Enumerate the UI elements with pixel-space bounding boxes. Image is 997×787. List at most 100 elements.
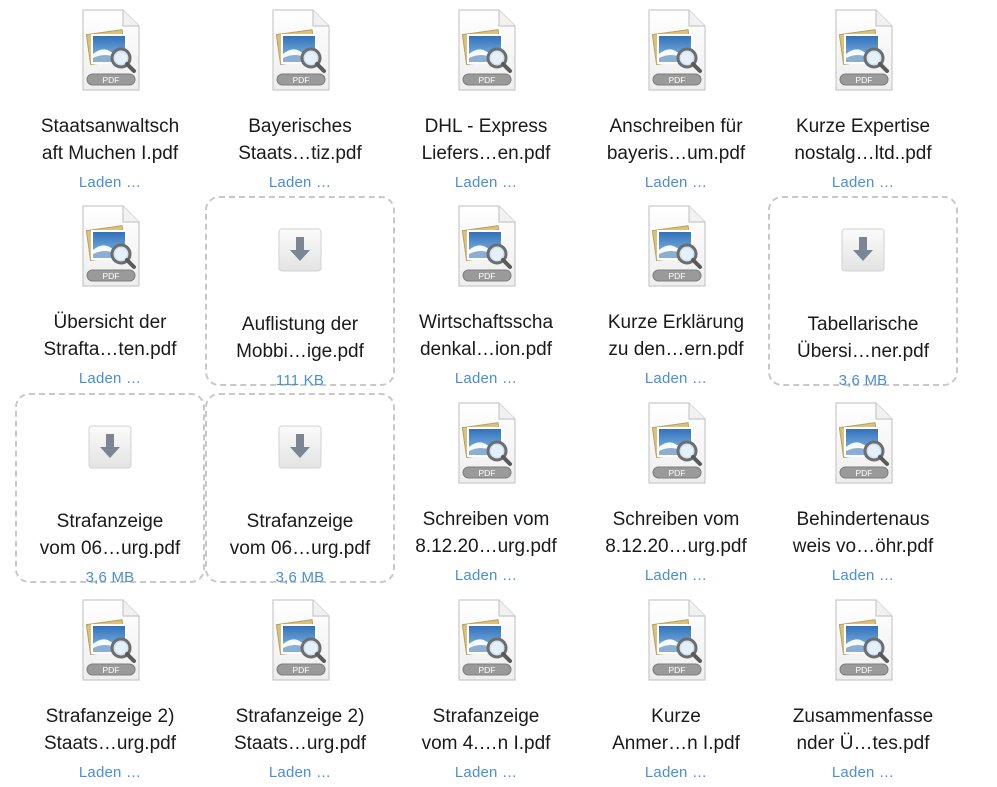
file-name-line-1: Schreiben vom <box>422 509 550 530</box>
file-name-line-1: Kurze Erklärung <box>607 312 745 333</box>
file-name-line-1: Zusammenfasse <box>792 706 934 727</box>
file-item[interactable]: Auflistung der Mobbi…ige.pdf 111 KB <box>205 196 395 389</box>
file-name-line-1: Anschreiben für <box>609 116 743 137</box>
download-arrow-icon[interactable] <box>278 228 322 272</box>
loading-status: Laden … <box>78 174 142 191</box>
file-name-line-1: Strafanzeige 2) <box>235 706 365 727</box>
file-size-label: 3,6 MB <box>275 569 325 586</box>
file-size-label: 3,6 MB <box>85 569 135 586</box>
pdf-preview-document-icon: PDF <box>267 8 333 94</box>
svg-text:PDF: PDF <box>103 75 120 85</box>
svg-text:PDF: PDF <box>669 75 686 85</box>
file-name-line-2: bayeris…um.pdf <box>606 143 746 164</box>
file-size-label: 3,6 MB <box>838 372 888 389</box>
svg-text:PDF: PDF <box>479 75 496 85</box>
file-name-line-2: Staats…urg.pdf <box>233 733 367 754</box>
file-name-line-2: vom 06…urg.pdf <box>39 538 181 559</box>
file-item[interactable]: PDF Kurze Expertise nostalg…ltd..pdf Laden… <box>768 0 958 191</box>
file-name-line-2: Liefers…en.pdf <box>421 143 551 164</box>
loading-status: Laden … <box>644 370 708 387</box>
loading-status: Laden … <box>268 174 332 191</box>
pdf-preview-document-icon: PDF <box>77 204 143 290</box>
pdf-preview-document-icon: PDF <box>643 204 709 290</box>
file-item[interactable]: PDF Strafanzeige 2) Staats…urg.pdf Laden … <box>205 590 395 781</box>
file-size-label: 111 KB <box>275 372 325 389</box>
download-arrow-icon[interactable] <box>278 425 322 469</box>
file-item[interactable]: PDF Kurze Anmer…n I.pdf Laden … <box>581 590 771 781</box>
file-name-line-1: Wirtschaftsscha <box>418 312 554 333</box>
pdf-preview-document-icon: PDF <box>643 598 709 684</box>
pdf-preview-document-icon: PDF <box>643 8 709 94</box>
svg-text:PDF: PDF <box>293 75 310 85</box>
svg-text:PDF: PDF <box>856 468 873 478</box>
file-item[interactable]: PDF DHL - Express Liefers…en.pdf Laden … <box>391 0 581 191</box>
file-name-line-2: vom 4.…n I.pdf <box>421 733 551 754</box>
file-name-line-1: Schreiben vom <box>612 509 740 530</box>
file-name-line-2: nder Ü…tes.pdf <box>796 733 930 754</box>
file-name-line-2: aft Muchen I.pdf <box>41 143 179 164</box>
pdf-preview-document-icon: PDF <box>830 401 896 487</box>
loading-status: Laden … <box>268 764 332 781</box>
file-item[interactable]: PDF Kurze Erklärung zu den…ern.pdf Laden … <box>581 196 771 387</box>
file-name-line-2: 8.12.20…urg.pdf <box>415 536 557 557</box>
file-name-line-1: Strafanzeige <box>56 511 164 532</box>
file-name-line-1: Tabellarische <box>807 314 919 335</box>
svg-text:PDF: PDF <box>856 75 873 85</box>
file-name-line-1: Behindertenaus <box>796 509 930 530</box>
file-item[interactable]: PDF Übersicht der Strafta…ten.pdf Laden … <box>15 196 205 387</box>
loading-status: Laden … <box>78 370 142 387</box>
svg-text:PDF: PDF <box>856 665 873 675</box>
svg-text:PDF: PDF <box>479 665 496 675</box>
file-name-line-2: 8.12.20…urg.pdf <box>605 536 747 557</box>
file-name-line-1: Staatsanwaltsch <box>40 116 180 137</box>
file-item[interactable]: PDF Strafanzeige vom 4.…n I.pdf Laden … <box>391 590 581 781</box>
svg-text:PDF: PDF <box>479 271 496 281</box>
svg-text:PDF: PDF <box>669 665 686 675</box>
pdf-preview-document-icon: PDF <box>77 598 143 684</box>
download-arrow-icon[interactable] <box>88 425 132 469</box>
file-item[interactable]: Strafanzeige vom 06…urg.pdf 3,6 MB <box>205 393 395 586</box>
file-name-line-2: Strafta…ten.pdf <box>43 339 177 360</box>
file-name-line-1: DHL - Express <box>424 116 548 137</box>
file-name-line-2: Mobbi…ige.pdf <box>236 341 364 362</box>
svg-text:PDF: PDF <box>293 665 310 675</box>
file-item[interactable]: PDF Behindertenaus weis vo…öhr.pdf Laden … <box>768 393 958 584</box>
file-item[interactable]: Strafanzeige vom 06…urg.pdf 3,6 MB <box>15 393 205 586</box>
pdf-preview-document-icon: PDF <box>830 8 896 94</box>
file-name-line-2: denkal…ion.pdf <box>419 339 553 360</box>
file-item[interactable]: PDF Staatsanwaltsch aft Muchen I.pdf Laden… <box>15 0 205 191</box>
file-name-line-2: Anmer…n I.pdf <box>612 733 740 754</box>
file-name-line-1: Übersicht der <box>53 312 167 333</box>
file-item[interactable]: PDF Zusammenfasse nder Ü…tes.pdf Laden … <box>768 590 958 781</box>
file-name-line-1: Kurze Expertise <box>795 116 931 137</box>
file-item[interactable]: PDF Wirtschaftsscha denkal…ion.pdf Laden … <box>391 196 581 387</box>
svg-text:PDF: PDF <box>479 468 496 478</box>
pdf-preview-document-icon: PDF <box>453 204 519 290</box>
pdf-preview-document-icon: PDF <box>267 598 333 684</box>
svg-text:PDF: PDF <box>669 468 686 478</box>
download-arrow-icon[interactable] <box>841 228 885 272</box>
file-item[interactable]: PDF Anschreiben für bayeris…um.pdf Laden … <box>581 0 771 191</box>
svg-text:PDF: PDF <box>103 271 120 281</box>
file-name-line-1: Auflistung der <box>241 314 359 335</box>
file-name-line-1: Bayerisches <box>248 116 352 137</box>
loading-status: Laden … <box>454 567 518 584</box>
file-item[interactable]: PDF Schreiben vom 8.12.20…urg.pdf Laden … <box>391 393 581 584</box>
pdf-preview-document-icon: PDF <box>643 401 709 487</box>
pdf-preview-document-icon: PDF <box>830 598 896 684</box>
loading-status: Laden … <box>831 174 895 191</box>
svg-text:PDF: PDF <box>103 665 120 675</box>
file-item[interactable]: PDF Bayerisches Staats…tiz.pdf Laden … <box>205 0 395 191</box>
file-name-line-2: Staats…tiz.pdf <box>238 143 362 164</box>
file-item[interactable]: Tabellarische Übersi…ner.pdf 3,6 MB <box>768 196 958 389</box>
file-name-line-2: vom 06…urg.pdf <box>229 538 371 559</box>
loading-status: Laden … <box>78 764 142 781</box>
svg-text:PDF: PDF <box>669 271 686 281</box>
file-name-line-2: zu den…ern.pdf <box>608 339 744 360</box>
loading-status: Laden … <box>831 567 895 584</box>
file-item[interactable]: PDF Schreiben vom 8.12.20…urg.pdf Laden … <box>581 393 771 584</box>
loading-status: Laden … <box>454 764 518 781</box>
pdf-preview-document-icon: PDF <box>453 8 519 94</box>
file-name-line-1: Kurze <box>651 706 701 727</box>
file-item[interactable]: PDF Strafanzeige 2) Staats…urg.pdf Laden … <box>15 590 205 781</box>
